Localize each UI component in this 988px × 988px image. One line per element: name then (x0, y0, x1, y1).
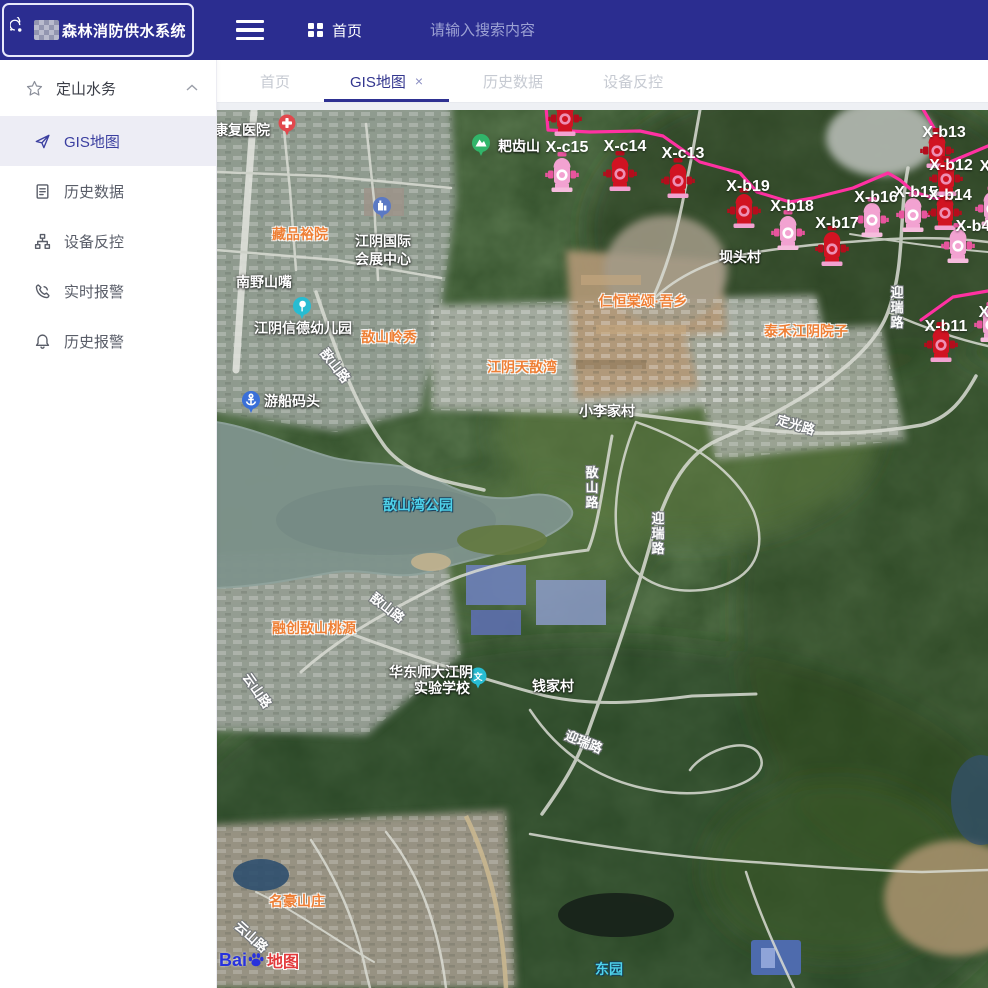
app-header: 森林消防供水系统 首页 (0, 0, 988, 60)
tab-label: GIS地图 (350, 71, 406, 92)
sidebar: 定山水务 GIS地图 历史数据 设备反控 (0, 60, 217, 988)
tab-home[interactable]: 首页 (230, 60, 320, 102)
phone-icon (34, 283, 51, 300)
sidebar-item-label: 设备反控 (64, 231, 124, 252)
map-canvas: 文 (216, 110, 988, 988)
sitemap-icon (34, 233, 51, 250)
nav-home[interactable]: 首页 (308, 20, 362, 41)
tab-bar: 首页 GIS地图 × 历史数据 设备反控 (216, 60, 988, 103)
tab-close-icon[interactable]: × (415, 74, 423, 88)
chevron-up-icon (186, 84, 198, 92)
tab-history-data[interactable]: 历史数据 (453, 60, 573, 102)
redacted-text-block (34, 20, 59, 40)
nav-home-label: 首页 (332, 20, 362, 41)
star-icon (26, 80, 43, 97)
logo-spiral-icon (10, 17, 30, 43)
logo-title: 森林消防供水系统 (62, 20, 186, 41)
sidebar-item-history-data[interactable]: 历史数据 (0, 166, 216, 216)
bell-icon (34, 333, 51, 350)
tab-label: 设备反控 (603, 71, 663, 92)
tab-gis-map[interactable]: GIS地图 × (320, 60, 453, 102)
menu-toggle-icon[interactable] (236, 20, 264, 40)
sidebar-item-label: GIS地图 (64, 131, 120, 152)
baidu-map-text: 地图 (267, 948, 299, 972)
sidebar-item-gis-map[interactable]: GIS地图 (0, 116, 216, 166)
baidu-map-attribution: Bai 地图 (219, 948, 299, 972)
sidebar-item-label: 历史报警 (64, 331, 124, 352)
grid-icon (308, 23, 323, 38)
send-icon (34, 133, 51, 150)
sidebar-item-realtime-alarm[interactable]: 实时报警 (0, 266, 216, 316)
app-window: 森林消防供水系统 首页 定山水务 GIS地图 (0, 0, 988, 988)
tabbar-gap (216, 103, 988, 110)
sidebar-item-device-control[interactable]: 设备反控 (0, 216, 216, 266)
document-icon (34, 183, 51, 200)
school-marker-glyph: 文 (472, 671, 483, 682)
gis-satellite-map[interactable]: 文 X-c15 X-c14 (216, 110, 988, 988)
tab-label: 历史数据 (483, 71, 543, 92)
baidu-paw-icon (247, 951, 265, 969)
sidebar-item-history-alarm[interactable]: 历史报警 (0, 316, 216, 366)
sidebar-item-label: 实时报警 (64, 281, 124, 302)
tab-device-control[interactable]: 设备反控 (573, 60, 693, 102)
sidebar-item-label: 历史数据 (64, 181, 124, 202)
sidebar-group-dingshan[interactable]: 定山水务 (0, 60, 216, 116)
app-logo: 森林消防供水系统 (2, 3, 194, 57)
baidu-brand-text: Bai (219, 950, 247, 971)
sidebar-group-label: 定山水务 (56, 78, 186, 99)
tab-label: 首页 (260, 71, 290, 92)
search-input[interactable] (428, 21, 662, 40)
